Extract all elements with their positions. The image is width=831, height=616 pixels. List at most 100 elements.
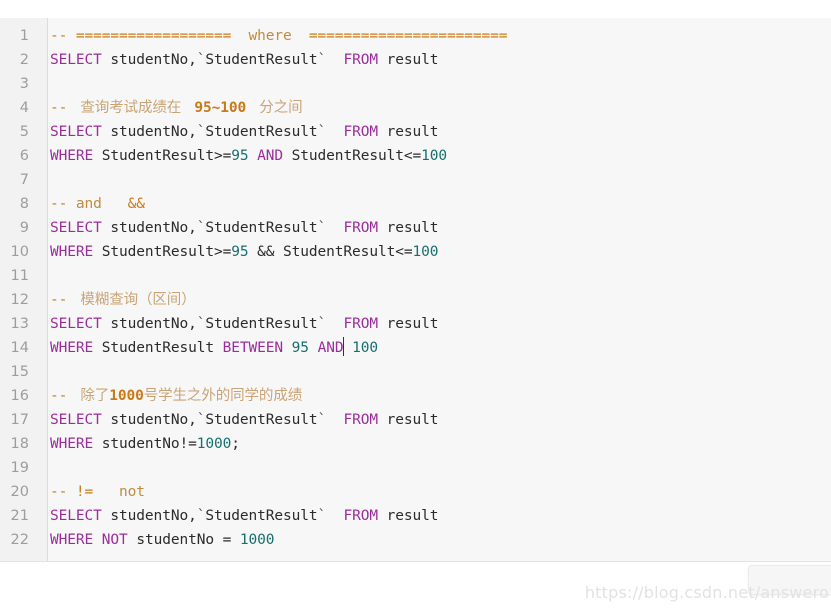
line-number: 11 — [0, 264, 38, 288]
code-line-text[interactable]: -- 除了1000号学生之外的同学的成绩 — [38, 384, 831, 408]
line-number: 3 — [0, 72, 38, 96]
code-token: FROM — [343, 220, 378, 236]
code-token: FROM — [343, 508, 378, 524]
code-line-text[interactable]: -- 查询考试成绩在 95~100 分之间 — [38, 96, 831, 120]
code-line-text[interactable]: SELECT studentNo,`StudentResult` FROM re… — [38, 120, 831, 144]
code-token: FROM — [343, 52, 378, 68]
code-line-text[interactable] — [38, 264, 831, 288]
code-line-text[interactable]: SELECT studentNo,`StudentResult` FROM re… — [38, 504, 831, 528]
line-number: 22 — [0, 528, 38, 552]
code-line-text[interactable]: SELECT studentNo,`StudentResult` FROM re… — [38, 408, 831, 432]
code-token: 95 — [291, 340, 309, 356]
code-line[interactable]: 21 SELECT studentNo,`StudentResult` FROM … — [0, 504, 831, 528]
code-token: SELECT — [50, 508, 102, 524]
code-line-text[interactable]: WHERE StudentResult>=95 && StudentResult… — [38, 240, 831, 264]
code-token: ` — [317, 52, 327, 68]
code-token: WHERE — [50, 340, 94, 356]
code-token: StudentResult — [205, 412, 318, 428]
sql-code-editor[interactable]: 1 -- ================== where ===========… — [0, 18, 831, 561]
code-token: studentNo, — [101, 124, 197, 140]
code-token: -- — [50, 100, 76, 116]
code-line[interactable]: 3 — [0, 72, 831, 96]
code-line-text[interactable] — [38, 456, 831, 480]
code-token: StudentResult — [93, 340, 223, 356]
code-token: 100 — [352, 340, 378, 356]
code-token: StudentResult — [205, 220, 318, 236]
line-number: 17 — [0, 408, 38, 432]
code-line-text[interactable]: SELECT studentNo,`StudentResult` FROM re… — [38, 216, 831, 240]
code-line[interactable]: 10 WHERE StudentResult>=95 && StudentResu… — [0, 240, 831, 264]
code-line-text[interactable] — [38, 72, 831, 96]
code-line-text[interactable]: WHERE NOT studentNo = 1000 — [38, 528, 831, 552]
code-token: ` — [317, 508, 327, 524]
code-line[interactable]: 2 SELECT studentNo,`StudentResult` FROM r… — [0, 48, 831, 72]
code-token: studentNo, — [101, 508, 197, 524]
code-line-text[interactable]: -- and && — [38, 192, 831, 216]
code-line-text[interactable]: WHERE StudentResult>=95 AND StudentResul… — [38, 144, 831, 168]
code-token: studentNo!= — [93, 436, 197, 452]
code-line[interactable]: 12 -- 模糊查询（区间） — [0, 288, 831, 312]
code-line[interactable]: 20 -- != not — [0, 480, 831, 504]
code-token: 分之间 — [254, 100, 303, 116]
code-token: result — [377, 316, 439, 332]
code-line[interactable]: 6 WHERE StudentResult>=95 AND StudentResu… — [0, 144, 831, 168]
code-line-text[interactable]: WHERE StudentResult BETWEEN 95 AND 100 — [38, 336, 831, 360]
code-line[interactable]: 13 SELECT studentNo,`StudentResult` FROM … — [0, 312, 831, 336]
code-line-text[interactable]: -- 模糊查询（区间） — [38, 288, 831, 312]
code-token: -- — [50, 484, 76, 500]
code-token: FROM — [343, 412, 378, 428]
code-line[interactable]: 17 SELECT studentNo,`StudentResult` FROM … — [0, 408, 831, 432]
code-line-text[interactable] — [38, 360, 831, 384]
code-line[interactable]: 1 -- ================== where ===========… — [0, 24, 831, 48]
code-line-text[interactable]: -- ================== where ============… — [38, 24, 831, 48]
line-number: 20 — [0, 480, 38, 504]
code-token: 除了 — [75, 388, 110, 404]
code-line[interactable]: 22 WHERE NOT studentNo = 1000 — [0, 528, 831, 552]
code-line[interactable]: 9 SELECT studentNo,`StudentResult` FROM r… — [0, 216, 831, 240]
code-token: result — [377, 508, 439, 524]
code-token: NOT — [101, 532, 128, 548]
code-line-text[interactable]: -- != not — [38, 480, 831, 504]
code-token: AND — [257, 148, 284, 164]
code-line[interactable]: 8 -- and && — [0, 192, 831, 216]
code-line[interactable]: 19 — [0, 456, 831, 480]
code-line-text[interactable]: WHERE studentNo!=1000; — [38, 432, 831, 456]
code-token: ` — [317, 316, 327, 332]
code-line[interactable]: 15 — [0, 360, 831, 384]
code-token: 模糊查询（区间） — [75, 292, 196, 308]
code-token: result — [377, 52, 439, 68]
code-token: result — [377, 124, 439, 140]
code-line-text[interactable]: SELECT studentNo,`StudentResult` FROM re… — [38, 48, 831, 72]
code-token: result — [377, 412, 439, 428]
code-token: StudentResult>= — [93, 244, 232, 260]
csdn-watermark: https://blog.csdn.net/answero — [584, 583, 829, 602]
code-token: 95 — [231, 244, 249, 260]
code-line-text[interactable] — [38, 168, 831, 192]
code-token: FROM — [343, 316, 378, 332]
code-line[interactable]: 7 — [0, 168, 831, 192]
line-number: 12 — [0, 288, 38, 312]
code-line[interactable]: 18 WHERE studentNo!=1000; — [0, 432, 831, 456]
code-token: ======================= — [308, 28, 508, 44]
code-line[interactable]: 4 -- 查询考试成绩在 95~100 分之间 — [0, 96, 831, 120]
code-token: WHERE — [50, 532, 94, 548]
code-token: StudentResult — [205, 316, 318, 332]
code-token: StudentResult — [205, 124, 318, 140]
code-line[interactable]: 16 -- 除了1000号学生之外的同学的成绩 — [0, 384, 831, 408]
line-number: 5 — [0, 120, 38, 144]
code-line[interactable]: 11 — [0, 264, 831, 288]
code-line[interactable]: 5 SELECT studentNo,`StudentResult` FROM r… — [0, 120, 831, 144]
line-number: 9 — [0, 216, 38, 240]
code-token: -- — [50, 388, 76, 404]
code-lines-container[interactable]: 1 -- ================== where ===========… — [0, 18, 831, 552]
code-token: FROM — [343, 124, 378, 140]
code-token: 95 — [231, 148, 249, 164]
code-line-text[interactable]: SELECT studentNo,`StudentResult` FROM re… — [38, 312, 831, 336]
code-line[interactable]: 14 WHERE StudentResult BETWEEN 95 AND 100 — [0, 336, 831, 360]
